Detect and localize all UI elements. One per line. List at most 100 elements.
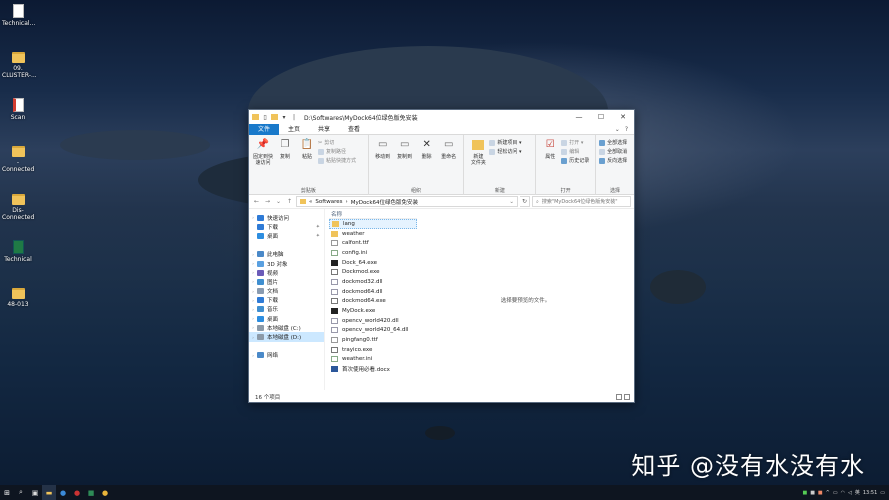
search-icon[interactable]: ⌕ xyxy=(14,485,28,500)
collapse-ribbon-icon[interactable]: ⌄ xyxy=(615,126,620,133)
easy-access-button[interactable]: 轻松访问 ▾ xyxy=(489,148,522,155)
file-row[interactable]: MyDock.exe xyxy=(329,306,417,316)
column-header-name[interactable]: 名称 xyxy=(329,209,417,219)
file-row[interactable]: calfont.ttf xyxy=(329,238,417,248)
file-list[interactable]: 名称 lang weather calfont.ttf config.ini Dock_… xyxy=(325,209,417,390)
nav-item[interactable]: › 本地磁盘 (D:) xyxy=(249,332,324,342)
file-row[interactable]: trayico.exe xyxy=(329,345,417,355)
edit-button[interactable]: 编辑 xyxy=(561,148,589,155)
expand-arrow-icon[interactable]: › xyxy=(249,316,257,321)
maximize-button[interactable]: ☐ xyxy=(590,110,612,124)
new-item-button[interactable]: 新建项目 ▾ xyxy=(489,139,522,146)
app-icon[interactable]: ● xyxy=(56,485,70,500)
desktop-icon-folder[interactable]: Dis- Connected xyxy=(2,194,34,221)
desktop-icon-pdf[interactable]: Scan xyxy=(2,98,34,121)
tray-app-icon[interactable]: ■ xyxy=(818,490,823,496)
delete-button[interactable]: ✕ 删除 xyxy=(416,138,438,185)
file-row[interactable]: Dockmod.exe xyxy=(329,267,417,277)
nav-item[interactable]: › 视频 xyxy=(249,268,324,277)
search-input[interactable]: ⌕ 搜索"MyDock64位绿色版免安装" xyxy=(532,196,631,207)
nav-item[interactable]: › 3D 对象 xyxy=(249,259,324,268)
forward-arrow-icon[interactable]: → xyxy=(263,198,272,205)
back-arrow-icon[interactable]: ← xyxy=(252,198,261,205)
task-view-icon[interactable]: ▣ xyxy=(28,485,42,500)
expand-arrow-icon[interactable]: › xyxy=(249,215,257,220)
nav-item[interactable]: › 网络 xyxy=(249,351,324,360)
new-folder-button[interactable]: 新建 文件夹 xyxy=(467,138,489,185)
tray-app-icon[interactable]: ■ xyxy=(802,490,807,496)
address-segment-mydock[interactable]: MyDock64位绿色版免安装 xyxy=(351,198,418,206)
history-button[interactable]: 历史记录 xyxy=(561,157,589,164)
nav-item[interactable]: 下载 ✦ xyxy=(249,222,324,231)
properties-icon[interactable]: ▯ xyxy=(261,113,269,121)
invert-selection-button[interactable]: 反向选择 xyxy=(599,157,627,164)
nav-item[interactable]: › 音乐 xyxy=(249,305,324,314)
large-icons-view-icon[interactable] xyxy=(624,393,630,400)
nav-item[interactable]: › 本地磁盘 (C:) xyxy=(249,323,324,332)
copy-to-button[interactable]: ▭ 复制到 xyxy=(394,138,416,185)
file-row[interactable]: dockmod64.dll xyxy=(329,287,417,297)
quick-access-dropdown-icon[interactable]: ▾ xyxy=(280,113,288,121)
expand-arrow-icon[interactable]: › xyxy=(249,270,257,275)
close-button[interactable]: ✕ xyxy=(612,110,634,124)
file-row[interactable]: dockmod64.exe xyxy=(329,297,417,307)
pin-quick-access-button[interactable]: 📌 固定到快速访问 xyxy=(252,138,274,185)
file-row[interactable]: Dock_64.exe xyxy=(329,258,417,268)
desktop-icon-folder[interactable]: -Connected xyxy=(2,146,34,173)
title-bar[interactable]: ▯ ▾ | D:\Softwares\MyDock64位绿色版免安装 — ☐ ✕ xyxy=(249,110,634,124)
expand-arrow-icon[interactable]: › xyxy=(249,335,257,340)
up-arrow-icon[interactable]: ↑ xyxy=(285,198,294,205)
address-bar[interactable]: « Softwares › MyDock64位绿色版免安装 ⌄ xyxy=(296,196,518,207)
file-row[interactable]: lang xyxy=(329,219,417,229)
recent-locations-icon[interactable]: ⌄ xyxy=(274,198,283,205)
expand-arrow-icon[interactable]: › xyxy=(249,279,257,284)
file-row[interactable]: pingfang0.ttf xyxy=(329,335,417,345)
expand-arrow-icon[interactable]: › xyxy=(249,353,257,358)
expand-arrow-icon[interactable]: › xyxy=(249,289,257,294)
expand-arrow-icon[interactable]: › xyxy=(249,298,257,303)
file-row[interactable]: opencv_world420_64.dll xyxy=(329,326,417,336)
file-row[interactable]: config.ini xyxy=(329,248,417,258)
expand-arrow-icon[interactable]: › xyxy=(249,252,257,257)
address-segment-softwares[interactable]: Softwares xyxy=(315,199,342,205)
volume-icon[interactable]: ◁ xyxy=(848,490,852,496)
battery-icon[interactable]: ▭ xyxy=(833,490,838,496)
file-row[interactable]: dockmod32.dll xyxy=(329,277,417,287)
nav-item[interactable]: 桌面 ✦ xyxy=(249,231,324,240)
paste-button[interactable]: 📋 粘贴 xyxy=(296,138,318,185)
select-all-button[interactable]: 全部选择 xyxy=(599,139,627,146)
tab-share[interactable]: 共享 xyxy=(309,124,339,135)
excel-taskbar-icon[interactable]: ■ xyxy=(84,485,98,500)
nav-item[interactable]: › 桌面 xyxy=(249,314,324,323)
address-dropdown-icon[interactable]: ⌄ xyxy=(509,199,514,205)
expand-arrow-icon[interactable]: › xyxy=(249,261,257,266)
file-row[interactable]: 首次使用必看.docx xyxy=(329,364,417,374)
minimize-button[interactable]: — xyxy=(568,110,590,124)
help-icon[interactable]: ? xyxy=(625,126,628,133)
input-language[interactable]: 英 xyxy=(855,489,860,496)
nav-item[interactable]: › 下载 xyxy=(249,296,324,305)
rename-button[interactable]: ▭ 重命名 xyxy=(438,138,460,185)
start-button[interactable]: ⊞ xyxy=(0,485,14,500)
nav-item[interactable]: › 文档 xyxy=(249,287,324,296)
new-folder-icon[interactable] xyxy=(271,114,278,120)
tab-home[interactable]: 主页 xyxy=(279,124,309,135)
move-to-button[interactable]: ▭ 移动到 xyxy=(372,138,394,185)
file-row[interactable]: weather xyxy=(329,229,417,239)
desktop-icon-folder[interactable]: 09. CLUSTER-... xyxy=(2,52,37,79)
tab-view[interactable]: 查看 xyxy=(339,124,369,135)
desktop-icon-excel[interactable]: Technical xyxy=(2,240,34,263)
navigation-pane[interactable]: › 快速访问 下载 ✦ 桌面 ✦ › 此电脑 › 3D 对象 › 视频 › 图片 › 文档 › 下载 › 音乐 › 桌面 ›… xyxy=(249,209,325,390)
expand-arrow-icon[interactable]: › xyxy=(249,325,257,330)
copy-button[interactable]: ❐ 复制 xyxy=(274,138,296,185)
nav-item[interactable]: › 此电脑 xyxy=(249,250,324,259)
copy-path-button[interactable]: 复制路径 xyxy=(318,148,356,155)
properties-button[interactable]: ☑ 属性 xyxy=(539,138,561,185)
network-icon[interactable]: ◠ xyxy=(841,490,845,496)
file-explorer-taskbar-icon[interactable]: ▬ xyxy=(42,485,56,500)
desktop-icon-doc[interactable]: Technical... xyxy=(2,4,35,27)
expand-arrow-icon[interactable]: › xyxy=(249,307,257,312)
address-overflow[interactable]: « xyxy=(309,199,312,205)
tray-app-icon[interactable]: ■ xyxy=(810,490,815,496)
browser-taskbar-icon[interactable]: ● xyxy=(98,485,112,500)
